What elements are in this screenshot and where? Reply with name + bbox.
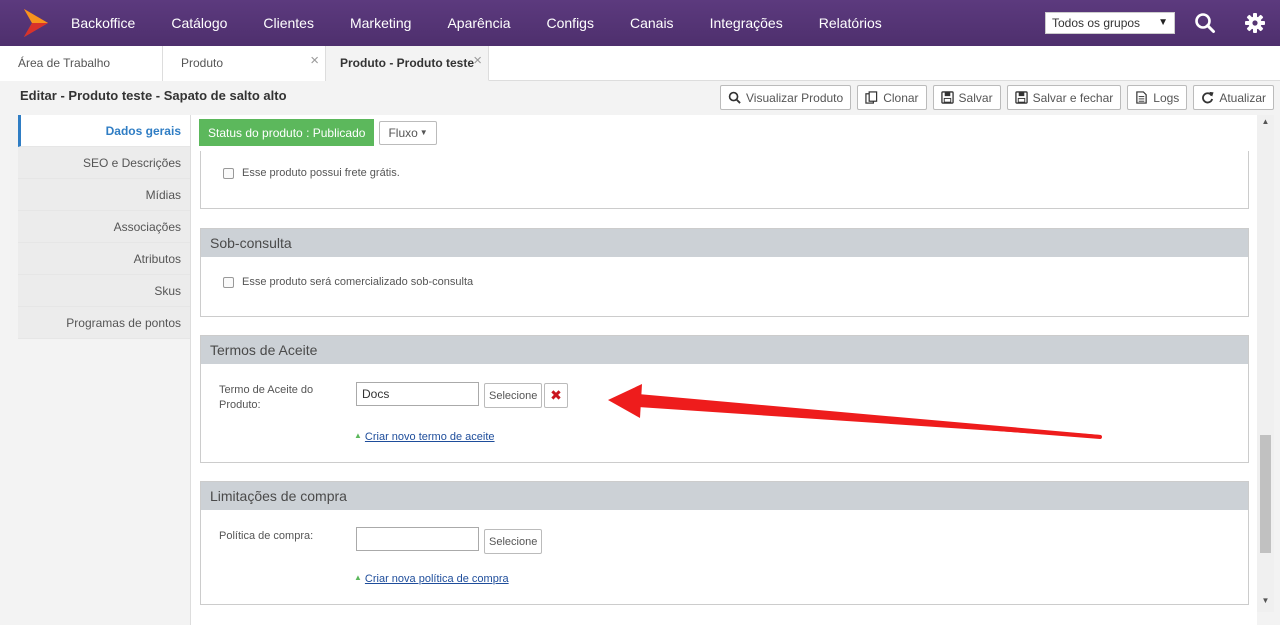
nav-catalogo[interactable]: Catálogo <box>153 15 245 31</box>
nav-clientes[interactable]: Clientes <box>245 15 332 31</box>
tab-area-de-trabalho[interactable]: Área de Trabalho <box>0 46 163 81</box>
nav-integracoes[interactable]: Integrações <box>692 15 801 31</box>
top-navbar: Backoffice Catálogo Clientes Marketing A… <box>0 0 1280 46</box>
close-icon[interactable]: × <box>473 52 482 69</box>
panel-title: Termos de Aceite <box>201 336 1248 364</box>
politica-compra-input[interactable] <box>356 527 479 551</box>
status-badge: Status do produto : Publicado <box>199 119 375 146</box>
logo-icon[interactable] <box>22 8 50 38</box>
button-label: Salvar <box>958 90 993 105</box>
close-icon[interactable]: × <box>310 52 319 69</box>
free-shipping-checkbox[interactable] <box>223 167 234 179</box>
floppy-disk-icon <box>940 91 954 104</box>
nav-canais[interactable]: Canais <box>612 15 692 31</box>
page-title: Editar - Produto teste - Sapato de salto… <box>20 88 287 103</box>
side-item-atributos[interactable]: Atributos <box>18 243 190 275</box>
tab-label: Área de Trabalho <box>18 56 111 70</box>
clone-button[interactable]: Clonar <box>857 85 927 110</box>
termo-aceite-label: Termo de Aceite do Produto: <box>219 384 314 411</box>
fluxo-dropdown-button[interactable]: Fluxo ▼ <box>379 121 437 145</box>
logs-button[interactable]: Logs <box>1127 85 1188 110</box>
tab-label: Produto <box>181 56 224 70</box>
tab-produto-teste[interactable]: Produto - Produto teste × <box>326 46 489 81</box>
button-label: Atualizar <box>1219 90 1266 105</box>
button-label: Visualizar Produto <box>746 90 844 105</box>
copy-icon <box>865 91 878 104</box>
link-label: Criar novo termo de aceite <box>364 431 495 443</box>
group-select-value: Todos os grupos <box>1052 16 1141 30</box>
tab-label: Produto - Produto teste <box>340 56 474 70</box>
view-product-button[interactable]: Visualizar Produto <box>720 85 852 110</box>
create-politica-link[interactable]: ▲ Criar nova política de compra <box>354 573 509 585</box>
refresh-button[interactable]: Atualizar <box>1193 85 1274 110</box>
sob-consulta-label: Esse produto será comercializado sob-con… <box>242 276 474 288</box>
group-select[interactable]: Todos os grupos ▼ <box>1045 12 1175 34</box>
tab-produto[interactable]: Produto × <box>163 46 326 81</box>
save-and-close-button[interactable]: Salvar e fechar <box>1006 85 1122 110</box>
toolbar: Visualizar Produto Clonar Salvar Salvar … <box>720 85 1274 110</box>
side-item-seo[interactable]: SEO e Descrições <box>18 147 190 179</box>
side-item-programas-de-pontos[interactable]: Programas de pontos <box>18 307 190 339</box>
frete-panel: Esse produto possui frete grátis. <box>200 151 1249 209</box>
floppy-disk-icon <box>1014 91 1028 104</box>
scroll-up-icon[interactable]: ▲ <box>1257 117 1274 131</box>
side-item-midias[interactable]: Mídias <box>18 179 190 211</box>
termo-aceite-input[interactable] <box>356 382 479 406</box>
search-icon[interactable] <box>1194 12 1216 34</box>
side-menu: Dados gerais SEO e Descrições Mídias Ass… <box>18 115 190 339</box>
link-label: Criar nova política de compra <box>364 573 509 585</box>
politica-select-button[interactable]: Selecione <box>484 529 543 554</box>
nav-backoffice[interactable]: Backoffice <box>53 15 153 31</box>
button-label: Clonar <box>883 90 919 105</box>
workspace-tabs: Área de Trabalho Produto × Produto - Pro… <box>0 46 1280 81</box>
document-icon <box>1136 91 1148 104</box>
nav-aparencia[interactable]: Aparência <box>429 15 528 31</box>
caret-down-icon: ▼ <box>419 128 428 137</box>
button-label: Logs <box>1153 90 1180 105</box>
termo-select-button[interactable]: Selecione <box>484 383 543 408</box>
nav-relatorios[interactable]: Relatórios <box>801 15 900 31</box>
sob-consulta-checkbox[interactable] <box>223 276 234 288</box>
annotation-arrow-icon <box>608 384 1102 439</box>
refresh-icon <box>1202 91 1214 104</box>
caret-down-icon: ▼ <box>1158 17 1168 28</box>
status-row: Status do produto : Publicado Fluxo ▼ <box>199 119 437 146</box>
gear-icon[interactable] <box>1244 12 1266 34</box>
create-termo-link[interactable]: ▲ Criar novo termo de aceite <box>354 431 495 443</box>
politica-compra-label: Política de compra: <box>219 530 314 542</box>
nav-marketing[interactable]: Marketing <box>332 15 429 31</box>
side-item-dados-gerais[interactable]: Dados gerais <box>18 115 190 147</box>
panel-title: Sob-consulta <box>201 229 1248 257</box>
scroll-down-icon[interactable]: ▼ <box>1257 596 1274 610</box>
limitacoes-compra-panel: Limitações de compra Política de compra:… <box>200 481 1249 605</box>
panel-title: Limitações de compra <box>201 482 1248 510</box>
sob-consulta-panel: Sob-consulta Esse produto será comercial… <box>200 228 1249 317</box>
main-content: Status do produto : Publicado Fluxo ▼ Ess… <box>190 115 1257 625</box>
triangle-up-icon: ▲ <box>354 431 362 440</box>
side-item-associacoes[interactable]: Associações <box>18 211 190 243</box>
save-button[interactable]: Salvar <box>932 85 1001 110</box>
button-label: Fluxo <box>388 126 418 140</box>
free-shipping-label: Esse produto possui frete grátis. <box>242 167 400 179</box>
nav-configs[interactable]: Configs <box>529 15 612 31</box>
side-item-skus[interactable]: Skus <box>18 275 190 307</box>
scrollbar[interactable]: ▲ ▼ <box>1257 115 1274 612</box>
button-label: Salvar e fechar <box>1032 90 1114 105</box>
scroll-thumb[interactable] <box>1260 435 1271 553</box>
remove-icon[interactable]: ✖ <box>544 383 568 408</box>
triangle-up-icon: ▲ <box>354 573 362 582</box>
search-icon <box>728 91 741 104</box>
